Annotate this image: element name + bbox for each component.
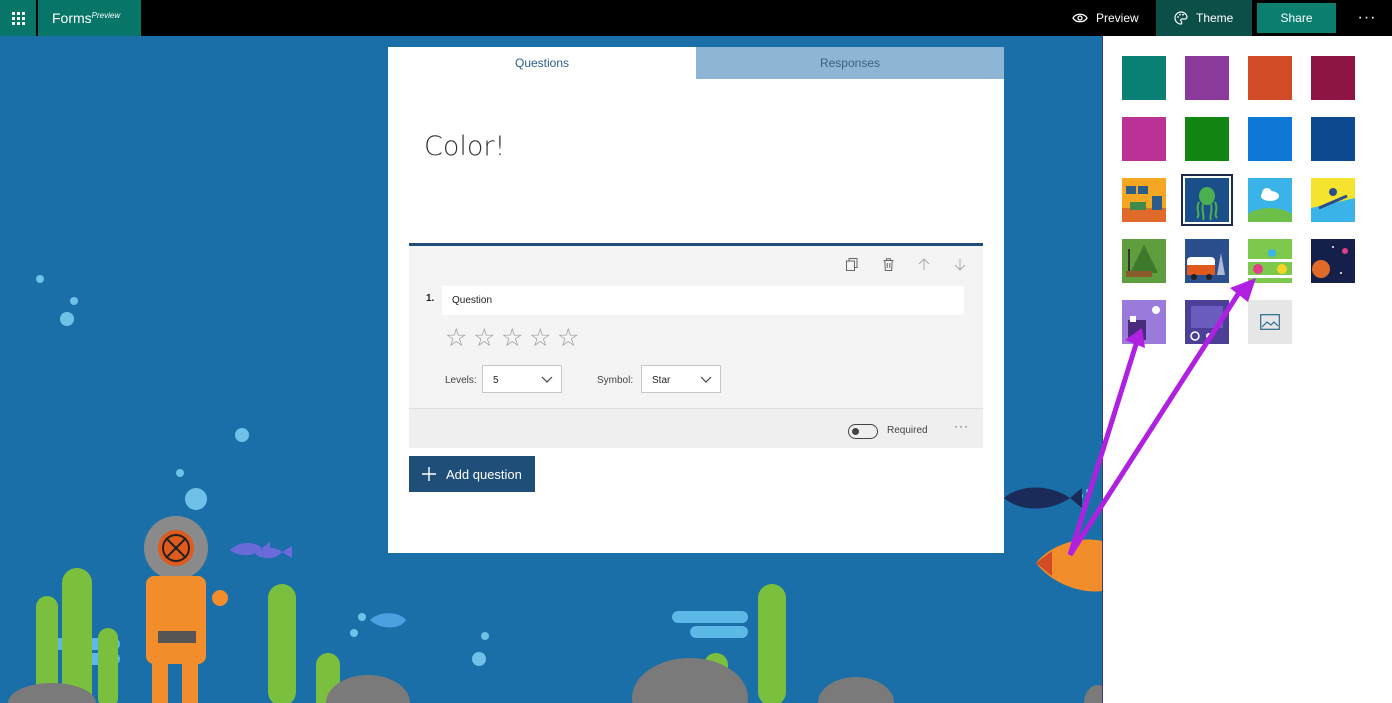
- form-tabs: Questions Responses: [388, 47, 1004, 79]
- symbol-dropdown[interactable]: Star: [641, 365, 721, 393]
- symbol-value: Star: [652, 375, 671, 386]
- add-question-label: Add question: [446, 466, 522, 482]
- theme-button[interactable]: Theme: [1156, 0, 1252, 36]
- add-question-button[interactable]: Add question: [409, 456, 535, 492]
- theme-image-castle[interactable]: [1122, 300, 1166, 344]
- theme-label: Theme: [1196, 11, 1234, 25]
- star-icon: ☆: [445, 324, 468, 352]
- palette-icon: [1174, 11, 1188, 25]
- theme-image-snowboard[interactable]: [1311, 178, 1355, 222]
- question-number: 1.: [426, 293, 435, 304]
- preview-label: Preview: [1096, 11, 1139, 25]
- form-title[interactable]: Color!: [424, 131, 505, 162]
- theme-image-cloud[interactable]: [1240, 178, 1300, 244]
- theme-image-octopus[interactable]: [1181, 174, 1233, 226]
- share-button[interactable]: Share: [1257, 3, 1336, 33]
- theme-swatch-teal[interactable]: [1122, 56, 1166, 100]
- symbol-label: Symbol:: [597, 375, 634, 386]
- chevron-down-icon: [541, 376, 553, 383]
- top-bar: Forms Preview Preview Theme Share ···: [0, 0, 1392, 36]
- question-card[interactable]: 1. Question ☆ ☆ ☆ ☆ ☆ Levels: 5 Symbol: …: [409, 243, 983, 448]
- diver-figure: [144, 516, 228, 703]
- theme-swatch-maroon[interactable]: [1311, 56, 1355, 100]
- theme-image-classroom[interactable]: [1185, 300, 1229, 344]
- question-footer: Required ···: [409, 408, 983, 448]
- theme-panel: [1102, 36, 1392, 703]
- move-down-icon[interactable]: [951, 255, 969, 273]
- question-title-input[interactable]: Question: [442, 286, 964, 315]
- star-icon: ☆: [473, 324, 496, 352]
- more-options-button[interactable]: ···: [1352, 0, 1382, 36]
- tab-responses[interactable]: Responses: [696, 47, 1004, 79]
- theme-swatch-magenta[interactable]: [1122, 117, 1166, 161]
- upload-image-theme-button[interactable]: [1248, 300, 1292, 344]
- levels-label: Levels:: [445, 375, 477, 386]
- image-icon: [1260, 314, 1280, 330]
- brand-name: Forms: [52, 10, 92, 26]
- theme-image-room[interactable]: [1122, 178, 1166, 222]
- plus-icon: [422, 467, 436, 481]
- levels-dropdown[interactable]: 5: [482, 365, 562, 393]
- waffle-icon: [11, 11, 25, 25]
- required-toggle[interactable]: [848, 424, 878, 439]
- question-toolbar: [843, 255, 969, 273]
- theme-swatch-navy[interactable]: [1311, 117, 1355, 161]
- copy-icon[interactable]: [843, 255, 861, 273]
- star-icon: ☆: [501, 324, 524, 352]
- move-up-icon[interactable]: [915, 255, 933, 273]
- theme-image-lab[interactable]: [1248, 239, 1292, 283]
- rating-stars: ☆ ☆ ☆ ☆ ☆: [445, 326, 579, 351]
- theme-swatch-green[interactable]: [1185, 117, 1229, 161]
- theme-swatch-purple[interactable]: [1185, 56, 1229, 100]
- star-icon: ☆: [557, 324, 580, 352]
- star-icon: ☆: [529, 324, 552, 352]
- theme-image-space[interactable]: [1311, 239, 1355, 283]
- form-card: Questions Responses Color! 1. Question ☆…: [388, 47, 1004, 553]
- theme-swatch-blue[interactable]: [1248, 117, 1292, 161]
- theme-swatch-orange[interactable]: [1248, 56, 1292, 100]
- app-launcher-button[interactable]: [0, 0, 36, 36]
- preview-button[interactable]: Preview: [1062, 0, 1152, 36]
- brand-preview-tag: Preview: [91, 10, 121, 20]
- delete-icon[interactable]: [879, 255, 897, 273]
- theme-image-forest[interactable]: [1122, 239, 1166, 283]
- question-more-button[interactable]: ···: [954, 419, 969, 433]
- theme-image-van[interactable]: [1185, 239, 1229, 283]
- tab-questions[interactable]: Questions: [388, 47, 696, 79]
- eye-icon: [1072, 13, 1088, 23]
- app-brand[interactable]: Forms Preview: [38, 0, 141, 36]
- required-label: Required: [887, 425, 928, 436]
- chevron-down-icon: [700, 376, 712, 383]
- levels-value: 5: [493, 375, 499, 386]
